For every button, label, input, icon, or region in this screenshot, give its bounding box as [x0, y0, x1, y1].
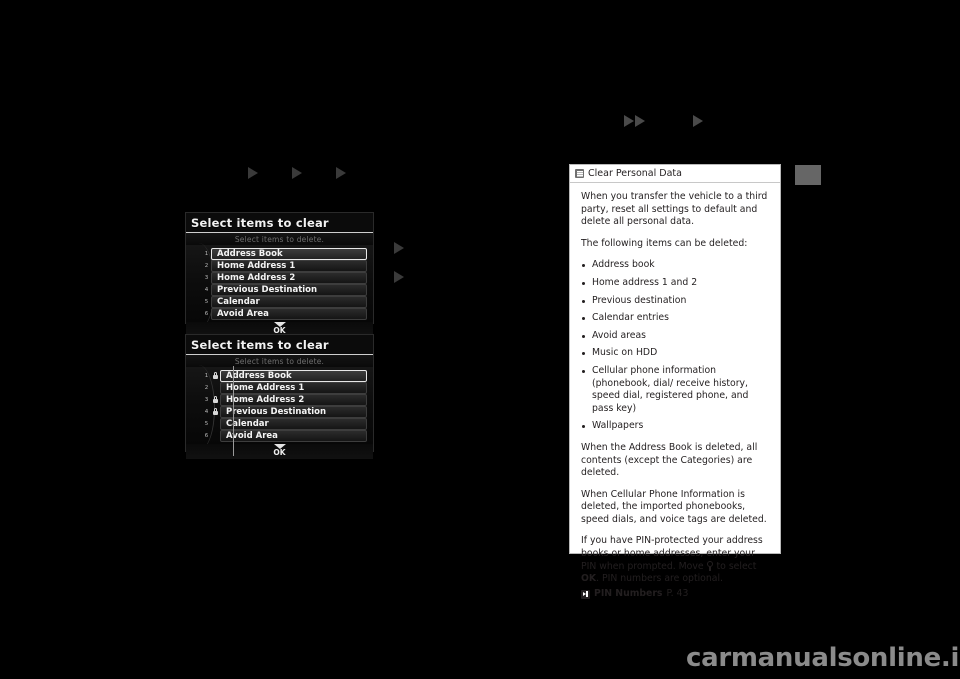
reference-arrow-icon — [581, 589, 590, 599]
flow-arrow-icon — [394, 271, 404, 283]
nav-list-item[interactable]: 3 Home Address 2 — [202, 271, 367, 284]
flow-arrow-mid-1 — [394, 239, 404, 258]
info-panel-body: When you transfer the vehicle to a third… — [570, 183, 780, 610]
flow-arrows-right — [624, 113, 714, 129]
note-icon — [575, 169, 584, 178]
nav-list-item[interactable]: 4 Previous Destination — [202, 405, 367, 418]
info-panel-header: Clear Personal Data — [570, 165, 780, 183]
nav-item-number: 3 — [204, 396, 209, 403]
pin-note-text-3: . PIN numbers are optional. — [596, 573, 723, 585]
nav-item-label: Address Book — [211, 247, 367, 260]
reference-page: P. 43 — [666, 587, 689, 599]
nav-list-item[interactable]: 5 Calendar — [202, 417, 367, 430]
nav-list-item[interactable]: 1 Address Book — [202, 369, 367, 382]
nav-item-number: 6 — [204, 432, 209, 439]
nav-item-label: Avoid Area — [220, 429, 367, 442]
nav-item-list: 1 Address Book 2 Home Address 1 3 Home A… — [202, 369, 367, 442]
flow-arrow-icon — [248, 167, 258, 179]
nav-screen-subtitle: Select items to delete. — [186, 355, 373, 367]
info-paragraph: The following items can be deleted: — [581, 237, 748, 249]
joystick-icon — [707, 560, 714, 571]
pin-note-ok-label: OK — [581, 573, 597, 585]
nav-list-item[interactable]: 1 Address Book — [202, 247, 367, 260]
info-paragraph: When Cellular Phone Information is delet… — [581, 488, 767, 525]
deletable-items-list: Address book Home address 1 and 2 Previo… — [581, 259, 769, 433]
lock-icon — [213, 408, 218, 416]
nav-list-item[interactable]: 3 Home Address 2 — [202, 393, 367, 406]
list-item: Previous destination — [581, 295, 769, 308]
nav-item-number: 4 — [204, 408, 209, 415]
lock-icon-cell — [211, 372, 220, 380]
lock-icon — [213, 396, 218, 404]
nav-item-list: 1 Address Book 2 Home Address 1 3 Home A… — [202, 247, 367, 320]
pin-note: If you have PIN-protected your address b… — [581, 535, 769, 585]
nav-screen-title: Select items to clear — [186, 213, 373, 233]
flow-arrow-icon — [635, 115, 645, 127]
flow-arrow-mid-2 — [394, 268, 404, 287]
list-item: Music on HDD — [581, 347, 769, 360]
list-item: Home address 1 and 2 — [581, 277, 769, 290]
nav-item-number: 6 — [204, 310, 209, 317]
cross-reference[interactable]: PIN Numbers P. 43 — [581, 588, 769, 601]
nav-item-label: Home Address 1 — [211, 259, 367, 272]
manual-page: Select items to clear Select items to de… — [0, 0, 960, 679]
nav-item-number: 1 — [204, 372, 209, 379]
nav-screen-body: 1 Address Book 2 Home Address 1 3 Home A… — [186, 243, 373, 329]
nav-item-number: 2 — [204, 262, 209, 269]
list-item: Avoid areas — [581, 330, 769, 343]
nav-item-label: Home Address 2 — [220, 393, 367, 406]
nav-item-label: Address Book — [220, 369, 367, 382]
nav-item-label: Home Address 2 — [211, 271, 367, 284]
nav-list-item[interactable]: 2 Home Address 1 — [202, 381, 367, 394]
nav-screen-footer: OK — [186, 444, 373, 459]
list-item: Address book — [581, 259, 769, 272]
nav-item-label: Previous Destination — [220, 405, 367, 418]
nav-list-item[interactable]: 5 Calendar — [202, 295, 367, 308]
nav-item-label: Calendar — [220, 417, 367, 430]
nav-item-number: 5 — [204, 420, 209, 427]
nav-screen-title: Select items to clear — [186, 335, 373, 355]
site-watermark: carmanualsonline.info — [686, 643, 960, 673]
flow-arrows-left — [248, 165, 358, 181]
nav-list-item[interactable]: 6 Avoid Area — [202, 429, 367, 442]
nav-item-label: Previous Destination — [211, 283, 367, 296]
info-panel-title: Clear Personal Data — [588, 168, 682, 179]
ok-button[interactable]: OK — [186, 449, 373, 457]
flow-arrow-icon — [292, 167, 302, 179]
flow-arrow-icon — [336, 167, 346, 179]
nav-screen-subtitle: Select items to delete. — [186, 233, 373, 245]
nav-item-label: Avoid Area — [211, 307, 367, 320]
info-panel: Clear Personal Data When you transfer th… — [569, 164, 781, 599]
nav-item-number: 5 — [204, 298, 209, 305]
list-item: Wallpapers — [581, 420, 769, 433]
nav-item-number: 2 — [204, 384, 209, 391]
nav-screen-1: Select items to clear Select items to de… — [185, 212, 374, 337]
flow-arrow-icon — [394, 242, 404, 254]
info-paragraph: When the Address Book is deleted, all co… — [581, 441, 758, 479]
nav-item-label: Home Address 1 — [220, 381, 367, 394]
nav-list-item[interactable]: 2 Home Address 1 — [202, 259, 367, 272]
nav-item-label: Calendar — [211, 295, 367, 308]
info-paragraph: When you transfer the vehicle to a third… — [581, 191, 768, 228]
flow-arrow-icon — [624, 115, 634, 127]
list-item: Cellular phone information (phonebook, d… — [581, 365, 769, 415]
nav-screen-2: Select items to clear Select items to de… — [185, 334, 374, 459]
callout-leader-line — [233, 366, 234, 456]
nav-item-number: 1 — [204, 250, 209, 257]
reference-label: PIN Numbers — [594, 587, 663, 599]
nav-list-item[interactable]: 4 Previous Destination — [202, 283, 367, 296]
page-tab-marker — [795, 165, 821, 185]
lock-icon-cell — [211, 396, 220, 404]
pin-note-text-2: to select — [716, 560, 757, 572]
flow-arrow-icon — [693, 115, 703, 127]
nav-list-item[interactable]: 6 Avoid Area — [202, 307, 367, 320]
list-item: Calendar entries — [581, 312, 769, 325]
nav-screen-body: 1 Address Book 2 Home Address 1 3 Home A… — [186, 365, 373, 451]
nav-item-number: 3 — [204, 274, 209, 281]
lock-icon-cell — [211, 408, 220, 416]
lock-icon — [213, 372, 218, 380]
nav-item-number: 4 — [204, 286, 209, 293]
